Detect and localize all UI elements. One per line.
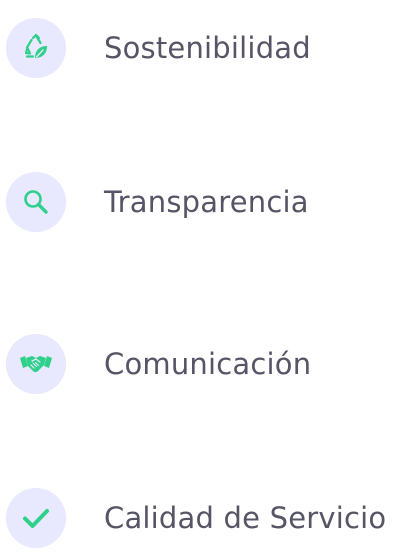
checkmark-icon	[23, 509, 49, 528]
value-label-sostenibilidad: Sostenibilidad	[104, 31, 311, 65]
recycle-leaf-icon	[24, 33, 47, 58]
values-list: Sostenibilidad Transparencia Comunicació…	[0, 0, 411, 559]
sostenibilidad-icon-badge	[6, 18, 66, 78]
value-label-comunicacion: Comunicación	[104, 347, 312, 381]
search-icon	[24, 190, 48, 214]
comunicacion-icon-badge	[6, 334, 66, 394]
handshake-icon	[20, 356, 52, 373]
value-item-comunicacion: Comunicación	[0, 334, 411, 404]
value-label-transparencia: Transparencia	[104, 185, 309, 219]
transparencia-icon-badge	[6, 172, 66, 232]
value-label-calidad-de-servicio: Calidad de Servicio	[104, 501, 387, 535]
value-item-sostenibilidad: Sostenibilidad	[0, 18, 411, 88]
calidad-de-servicio-icon-badge	[6, 488, 66, 548]
value-item-calidad-de-servicio: Calidad de Servicio	[0, 488, 411, 558]
value-item-transparencia: Transparencia	[0, 172, 411, 242]
